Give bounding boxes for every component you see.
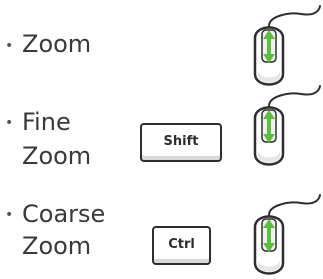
fine-zoom-label-line-1: Fine: [22, 108, 71, 136]
zoom-row: • Zoom: [0, 0, 323, 90]
ctrl-key: Ctrl: [152, 226, 211, 265]
coarse-zoom-label-line-1: Coarse: [22, 200, 106, 228]
bullet: •: [5, 38, 14, 54]
zoom-label: Zoom: [22, 30, 92, 58]
bullet: •: [5, 115, 14, 131]
fine-zoom-label-line-2: Zoom: [22, 142, 92, 170]
fine-zoom-row: • Fine Zoom Shift: [0, 85, 323, 185]
coarse-zoom-label-line-2: Zoom: [22, 232, 92, 260]
mouse-scroll-wheel-icon: [253, 194, 321, 275]
bullet: •: [5, 207, 14, 223]
mouse-scroll-wheel-icon: [253, 5, 321, 86]
mouse-scroll-wheel-icon: [253, 85, 321, 166]
coarse-zoom-row: • Coarse Zoom Ctrl: [0, 185, 323, 279]
shift-key: Shift: [140, 123, 222, 162]
